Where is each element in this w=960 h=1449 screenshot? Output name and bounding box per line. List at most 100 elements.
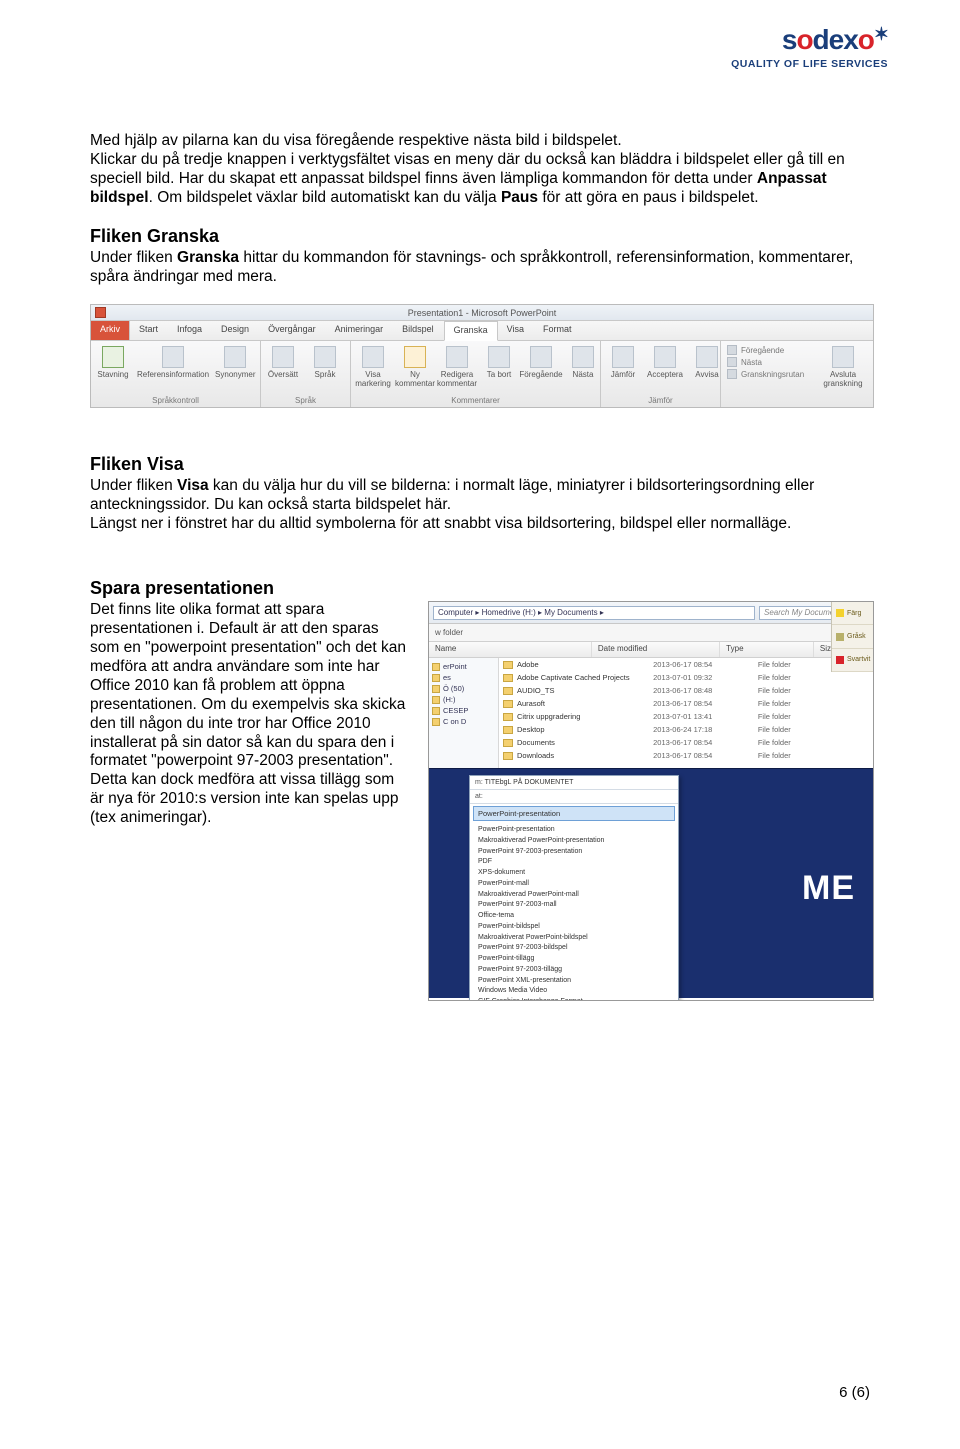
btn-ta-bort[interactable]: Ta bort — [481, 344, 517, 379]
col-date[interactable]: Date modified — [592, 642, 720, 657]
file-row[interactable]: Citrix uppgradering2013-07-01 13:41File … — [499, 710, 873, 723]
nav-item[interactable]: es — [432, 673, 495, 682]
thesaurus-icon — [224, 346, 246, 368]
color-swatch-icon — [836, 609, 844, 617]
group-side-items: Föregående Nästa Granskningsrutan — [721, 341, 813, 407]
selected-format[interactable]: PowerPoint-presentation — [473, 806, 675, 821]
tab-granska[interactable]: Granska — [444, 321, 498, 341]
spellcheck-icon — [102, 346, 124, 368]
tab-arkiv[interactable]: Arkiv — [91, 321, 130, 340]
file-row[interactable]: Documents2013-06-17 08:54File folder — [499, 736, 873, 749]
powerpoint-icon — [95, 307, 106, 318]
btn-ny-kommentar[interactable]: Ny kommentar — [397, 344, 433, 388]
tab-animeringar[interactable]: Animeringar — [326, 321, 394, 340]
format-option[interactable]: Makroaktiverad PowerPoint-mall — [470, 890, 678, 901]
format-option[interactable]: GIF Graphics Interchange Format — [470, 997, 678, 1001]
language-icon — [314, 346, 336, 368]
format-option[interactable]: Windows Media Video — [470, 986, 678, 997]
tab-bildspel[interactable]: Bildspel — [393, 321, 444, 340]
btn-acceptera[interactable]: Acceptera — [647, 344, 683, 379]
format-option[interactable]: Office-tema — [470, 911, 678, 922]
btn-referensinformation[interactable]: Referensinformation — [137, 344, 209, 379]
tab-design[interactable]: Design — [212, 321, 259, 340]
nav-item[interactable]: CESEP — [432, 706, 495, 715]
logo-wordmark: sodexo✶ — [731, 24, 888, 56]
ribbon-tabs: Arkiv Start Infoga Design Övergångar Ani… — [91, 321, 873, 341]
nav-item[interactable]: Ö (50) — [432, 684, 495, 693]
btn-stavning[interactable]: Stavning — [95, 344, 131, 379]
palette-item[interactable]: Gråsk — [832, 625, 873, 648]
group-label: Språk — [265, 394, 346, 407]
previous-icon — [530, 346, 552, 368]
group-label — [817, 403, 869, 407]
tab-start[interactable]: Start — [130, 321, 168, 340]
btn-foregaende[interactable]: Föregående — [523, 344, 559, 379]
file-row[interactable]: Aurasoft2013-06-17 08:54File folder — [499, 697, 873, 710]
address-field[interactable]: Computer ▸ Homedrive (H:) ▸ My Documents… — [433, 606, 755, 620]
format-option[interactable]: PowerPoint 97-2003-mall — [470, 900, 678, 911]
format-option[interactable]: PowerPoint 97-2003-bildspel — [470, 943, 678, 954]
format-option[interactable]: Makroaktiverat PowerPoint-bildspel — [470, 933, 678, 944]
next-small-icon — [727, 357, 737, 367]
format-option[interactable]: PowerPoint XML-presentation — [470, 976, 678, 987]
format-option[interactable]: Makroaktiverad PowerPoint-presentation — [470, 836, 678, 847]
btn-redigera-kommentar[interactable]: Redigera kommentar — [439, 344, 475, 388]
nav-item[interactable]: erPoint — [432, 662, 495, 671]
save-dialog-screenshot: Computer ▸ Homedrive (H:) ▸ My Documents… — [428, 601, 874, 1001]
group-avsluta: Avsluta granskning — [813, 341, 873, 407]
file-row[interactable]: Downloads2013-06-17 08:54File folder — [499, 749, 873, 762]
heading-granska: Fliken Granska — [90, 226, 874, 247]
btn-avvisa[interactable]: Avvisa — [689, 344, 725, 379]
format-option[interactable]: XPS-dokument — [470, 868, 678, 879]
group-kommentarer: Visa markering Ny kommentar Redigera kom… — [351, 341, 601, 407]
reject-icon — [696, 346, 718, 368]
group-label: Språkkontroll — [95, 394, 256, 407]
folder-icon — [503, 752, 513, 760]
page-content: Med hjälp av pilarna kan du visa föregåe… — [90, 132, 874, 1019]
tab-infoga[interactable]: Infoga — [168, 321, 212, 340]
tab-format[interactable]: Format — [534, 321, 582, 340]
btn-nasta[interactable]: Nästa — [565, 344, 601, 379]
format-option[interactable]: PowerPoint-mall — [470, 879, 678, 890]
folder-icon — [432, 663, 440, 671]
brand-logo: sodexo✶ QUALITY OF LIFE SERVICES — [731, 24, 888, 70]
format-option[interactable]: PowerPoint 97-2003-presentation — [470, 847, 678, 858]
file-row[interactable]: AUDIO_TS2013-06-17 08:48File folder — [499, 684, 873, 697]
folder-icon — [503, 674, 513, 682]
format-option[interactable]: PowerPoint 97-2003-tillägg — [470, 965, 678, 976]
btn-oversatt[interactable]: Översätt — [265, 344, 301, 379]
compare-icon — [612, 346, 634, 368]
new-folder-button[interactable]: w folder — [435, 628, 463, 637]
btn-jamfor[interactable]: Jämför — [605, 344, 641, 379]
format-option[interactable]: PowerPoint-bildspel — [470, 922, 678, 933]
btn-sprak[interactable]: Språk — [307, 344, 343, 379]
nav-item[interactable]: (H:) — [432, 695, 495, 704]
folder-icon — [503, 661, 513, 669]
accept-icon — [654, 346, 676, 368]
file-row[interactable]: Desktop2013-06-24 17:18File folder — [499, 723, 873, 736]
folder-icon — [432, 707, 440, 715]
nav-item[interactable]: C on D — [432, 717, 495, 726]
col-type[interactable]: Type — [720, 642, 814, 657]
format-option[interactable]: PowerPoint-tillägg — [470, 954, 678, 965]
group-label: Kommentarer — [355, 394, 596, 407]
format-option[interactable]: PDF — [470, 857, 678, 868]
preview-band: m: TITEbgL PÅ DOKUMENTET at: PowerPoint-… — [429, 768, 873, 998]
col-name[interactable]: Name — [429, 642, 592, 657]
folder-icon — [503, 726, 513, 734]
file-row[interactable]: Adobe Captivate Cached Projects2013-07-0… — [499, 671, 873, 684]
folder-icon — [432, 696, 440, 704]
group-jamfor: Jämför Acceptera Avvisa Jämför — [601, 341, 721, 407]
btn-synonymer[interactable]: Synonymer — [215, 344, 255, 379]
file-row[interactable]: Adobe2013-06-17 08:54File folder — [499, 658, 873, 671]
format-dropdown-panel: m: TITEbgL PÅ DOKUMENTET at: PowerPoint-… — [469, 775, 679, 1001]
btn-visa-markering[interactable]: Visa markering — [355, 344, 391, 388]
palette-item[interactable]: Färg — [832, 602, 873, 625]
tab-overgangar[interactable]: Övergångar — [259, 321, 326, 340]
palette-item[interactable]: Svartvit — [832, 649, 873, 672]
format-option[interactable]: PowerPoint-presentation — [470, 825, 678, 836]
tab-visa[interactable]: Visa — [498, 321, 534, 340]
btn-avsluta-granskning[interactable]: Avsluta granskning — [817, 344, 869, 388]
folder-icon — [432, 718, 440, 726]
format-list[interactable]: PowerPoint-presentation Makroaktiverad P… — [470, 823, 678, 1001]
